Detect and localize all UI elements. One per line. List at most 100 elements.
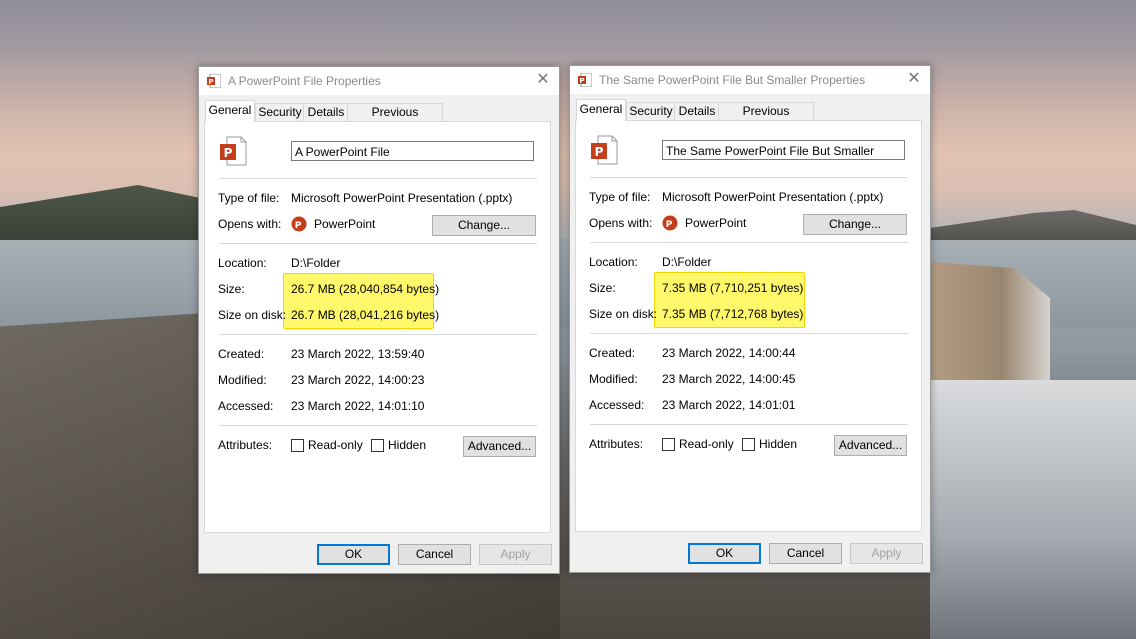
modified-value: 23 March 2022, 14:00:45 [662, 372, 796, 386]
cancel-button[interactable]: Cancel [398, 544, 471, 565]
size-value: 7.35 MB (7,710,251 bytes) [662, 281, 804, 295]
location-label: Location: [589, 255, 638, 269]
divider [590, 424, 908, 425]
ok-button[interactable]: OK [317, 544, 390, 565]
properties-dialog-1: P A PowerPoint File Properties ✕ General… [198, 66, 560, 574]
created-label: Created: [589, 346, 636, 360]
type-of-file-value: Microsoft PowerPoint Presentation (.pptx… [662, 190, 884, 204]
tab-details[interactable]: Details [303, 103, 349, 121]
general-panel: P The Same PowerPoint File But Smaller T… [575, 120, 922, 532]
type-of-file-value: Microsoft PowerPoint Presentation (.pptx… [291, 191, 513, 205]
close-button[interactable]: ✕ [534, 70, 552, 90]
tab-security[interactable]: Security [626, 102, 676, 120]
checkbox-box[interactable] [662, 438, 675, 451]
opens-with-label: Opens with: [589, 216, 653, 230]
file-name-input[interactable]: A PowerPoint File [291, 141, 534, 161]
svg-text:P: P [579, 77, 584, 85]
powerpoint-file-icon: P [207, 74, 221, 88]
size-value: 26.7 MB (28,040,854 bytes) [291, 282, 440, 296]
opens-with-value: PowerPoint [314, 217, 376, 231]
accessed-value: 23 March 2022, 14:01:01 [662, 398, 796, 412]
accessed-label: Accessed: [589, 398, 645, 412]
tab-general[interactable]: General [205, 100, 255, 122]
location-value: D:\Folder [662, 255, 712, 269]
powerpoint-file-icon: P [220, 136, 247, 166]
size-label: Size: [589, 281, 616, 295]
hidden-label: Hidden [388, 438, 427, 452]
location-label: Location: [218, 256, 267, 270]
read-only-checkbox[interactable]: Read-only [662, 437, 734, 451]
hidden-checkbox[interactable]: Hidden [742, 437, 798, 451]
tab-details[interactable]: Details [674, 102, 720, 120]
created-value: 23 March 2022, 14:00:44 [662, 346, 796, 360]
svg-text:P: P [208, 78, 213, 86]
created-label: Created: [218, 347, 265, 361]
divider [590, 333, 908, 334]
change-button[interactable]: Change... [432, 215, 536, 236]
divider [590, 177, 908, 178]
tab-security[interactable]: Security [255, 103, 305, 121]
powerpoint-file-icon: P [591, 135, 618, 165]
hidden-label: Hidden [759, 437, 798, 451]
checkbox-box[interactable] [371, 439, 384, 452]
created-value: 23 March 2022, 13:59:40 [291, 347, 425, 361]
size-on-disk-value: 26.7 MB (28,041,216 bytes) [291, 308, 440, 322]
close-icon: ✕ [907, 70, 921, 87]
tab-previous-versions[interactable]: Previous Versions [718, 102, 814, 135]
type-of-file-label: Type of file: [218, 191, 280, 205]
checkbox-box[interactable] [291, 439, 304, 452]
title-bar[interactable]: P A PowerPoint File Properties ✕ [199, 67, 559, 95]
advanced-button[interactable]: Advanced... [463, 436, 536, 457]
divider [219, 425, 537, 426]
properties-dialog-2: P The Same PowerPoint File But Smaller P… [569, 65, 931, 573]
window-title: A PowerPoint File Properties [228, 74, 381, 88]
close-button[interactable]: ✕ [905, 69, 923, 89]
tab-previous-versions[interactable]: Previous Versions [347, 103, 443, 136]
ok-button[interactable]: OK [688, 543, 761, 564]
divider [590, 242, 908, 243]
tab-general[interactable]: General [576, 99, 626, 121]
close-icon: ✕ [536, 71, 550, 88]
powerpoint-app-icon: P [291, 216, 307, 232]
general-panel: P A PowerPoint File Type of file: Micros… [204, 121, 551, 533]
modified-label: Modified: [589, 372, 638, 386]
opens-with-label: Opens with: [218, 217, 282, 231]
change-button[interactable]: Change... [803, 214, 907, 235]
background-hill [0, 185, 230, 240]
hidden-checkbox[interactable]: Hidden [371, 438, 427, 452]
divider [219, 334, 537, 335]
checkbox-box[interactable] [742, 438, 755, 451]
size-on-disk-value: 7.35 MB (7,712,768 bytes) [662, 307, 804, 321]
svg-text:P: P [595, 145, 604, 159]
read-only-label: Read-only [679, 437, 734, 451]
opens-with-value: PowerPoint [685, 216, 747, 230]
svg-text:P: P [666, 220, 673, 230]
divider [219, 243, 537, 244]
modified-value: 23 March 2022, 14:00:23 [291, 373, 425, 387]
file-name-input[interactable]: The Same PowerPoint File But Smaller [662, 140, 905, 160]
background-surf [930, 380, 1136, 639]
type-of-file-label: Type of file: [589, 190, 651, 204]
svg-text:P: P [224, 146, 233, 160]
title-bar[interactable]: P The Same PowerPoint File But Smaller P… [570, 66, 930, 94]
accessed-label: Accessed: [218, 399, 274, 413]
svg-text:P: P [295, 221, 302, 231]
location-value: D:\Folder [291, 256, 341, 270]
accessed-value: 23 March 2022, 14:01:10 [291, 399, 425, 413]
size-on-disk-label: Size on disk: [218, 308, 287, 322]
powerpoint-file-icon: P [578, 73, 592, 87]
apply-button[interactable]: Apply [850, 543, 923, 564]
size-on-disk-label: Size on disk: [589, 307, 658, 321]
divider [219, 178, 537, 179]
read-only-checkbox[interactable]: Read-only [291, 438, 363, 452]
window-title: The Same PowerPoint File But Smaller Pro… [599, 73, 866, 87]
cancel-button[interactable]: Cancel [769, 543, 842, 564]
read-only-label: Read-only [308, 438, 363, 452]
attributes-label: Attributes: [589, 437, 644, 451]
attributes-label: Attributes: [218, 438, 273, 452]
background-headland [930, 210, 1136, 240]
apply-button[interactable]: Apply [479, 544, 552, 565]
advanced-button[interactable]: Advanced... [834, 435, 907, 456]
powerpoint-app-icon: P [662, 215, 678, 231]
modified-label: Modified: [218, 373, 267, 387]
